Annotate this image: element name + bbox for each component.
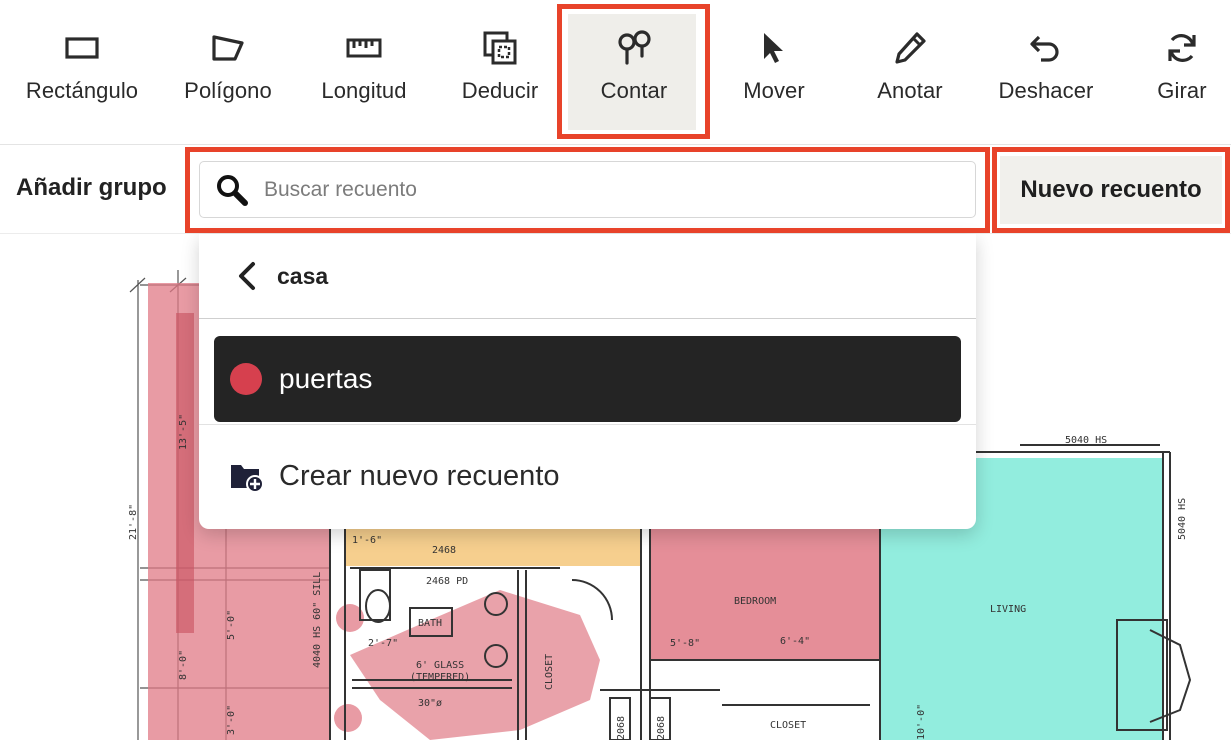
yellow-area <box>345 528 641 566</box>
rectangle-icon <box>62 28 102 68</box>
cursor-arrow-icon <box>754 28 794 68</box>
plan-label: (TEMPERED) <box>410 672 470 683</box>
plan-label: 3'-0" <box>226 705 237 735</box>
ruler-icon <box>344 28 384 68</box>
plan-label: 2468 PD <box>426 576 468 587</box>
plan-label: 21'-8" <box>128 504 139 540</box>
tool-label: Rectángulo <box>25 78 139 103</box>
tool-label: Deducir <box>461 78 539 103</box>
count-subbar: Añadir grupo Nuevo recuento <box>0 146 1231 234</box>
count-pins-icon <box>614 28 654 68</box>
search-input[interactable] <box>264 177 944 202</box>
divider <box>199 424 976 425</box>
chevron-left-icon <box>239 262 255 290</box>
search-box[interactable] <box>199 161 976 218</box>
plan-label: CLOSET <box>770 720 806 731</box>
plan-label: 10'-0" <box>916 704 927 740</box>
red-area-left-strip <box>176 313 194 633</box>
plan-label: 2068 <box>656 716 667 740</box>
create-new-count-button[interactable]: Crear nuevo recuento <box>199 429 976 524</box>
plan-label: 6'-4" <box>780 636 810 647</box>
tool-count[interactable]: Contar <box>554 0 714 145</box>
tool-move[interactable]: Mover <box>706 0 842 145</box>
red-marker <box>334 704 362 732</box>
toolbar: Rectángulo Polígono Longitud Deducir Con… <box>0 0 1231 145</box>
plan-label: 5040 HS <box>1065 435 1107 446</box>
undo-icon <box>1026 28 1066 68</box>
folder-add-icon <box>231 464 264 493</box>
plan-label: 5040 HS <box>1177 498 1188 540</box>
plan-label: BEDROOM <box>734 596 776 607</box>
plan-label: 4040 HS 60" SILL <box>312 572 323 668</box>
plan-label: 2468 <box>432 545 456 556</box>
group-name: casa <box>277 262 329 289</box>
plan-label: 2068 <box>616 716 627 740</box>
tool-label: Longitud <box>321 78 407 103</box>
polygon-icon <box>208 28 248 68</box>
tool-undo[interactable]: Deshacer <box>978 0 1114 145</box>
plan-label: 5'-8" <box>670 638 700 649</box>
deduct-icon <box>480 28 520 68</box>
tool-label: Anotar <box>877 78 943 103</box>
new-count-button[interactable]: Nuevo recuento <box>1000 156 1222 224</box>
plan-label: 30"ø <box>418 698 442 709</box>
plan-label: 13'-5" <box>178 414 189 450</box>
create-new-count-label: Crear nuevo recuento <box>279 460 560 492</box>
tool-label: Polígono <box>184 78 272 103</box>
add-group-button[interactable]: Añadir grupo <box>16 174 167 202</box>
tool-label: Girar <box>1157 78 1207 103</box>
tool-length[interactable]: Longitud <box>296 0 432 145</box>
plan-label: 8'-0" <box>178 650 189 680</box>
rotate-icon <box>1162 28 1202 68</box>
count-item-label: puertas <box>279 363 373 394</box>
plan-label: 1'-6" <box>352 535 382 546</box>
tool-rotate[interactable]: Girar <box>1114 0 1231 145</box>
tool-deduct[interactable]: Deducir <box>432 0 568 145</box>
search-icon <box>217 174 248 206</box>
plan-label: CLOSET <box>544 654 555 690</box>
tool-annotate[interactable]: Anotar <box>842 0 978 145</box>
pen-icon <box>890 28 930 68</box>
tool-label: Mover <box>743 78 805 103</box>
plan-label: 2'-7" <box>368 638 398 649</box>
count-color-dot <box>230 363 262 395</box>
plan-label: LIVING <box>990 604 1026 615</box>
tool-rectangle[interactable]: Rectángulo <box>14 0 150 145</box>
plan-label: BATH <box>418 618 442 629</box>
count-dropdown: casa puertas Crear nuevo recuento <box>199 234 976 529</box>
back-to-group-button[interactable]: casa <box>199 234 976 319</box>
tool-label: Contar <box>600 78 668 103</box>
plan-label: 6' GLASS <box>416 660 464 671</box>
red-area-bath <box>350 590 600 740</box>
count-item-puertas[interactable]: puertas <box>214 336 961 422</box>
tool-label: Deshacer <box>998 78 1094 103</box>
plan-label: 5'-0" <box>226 610 237 640</box>
tool-polygon[interactable]: Polígono <box>160 0 296 145</box>
